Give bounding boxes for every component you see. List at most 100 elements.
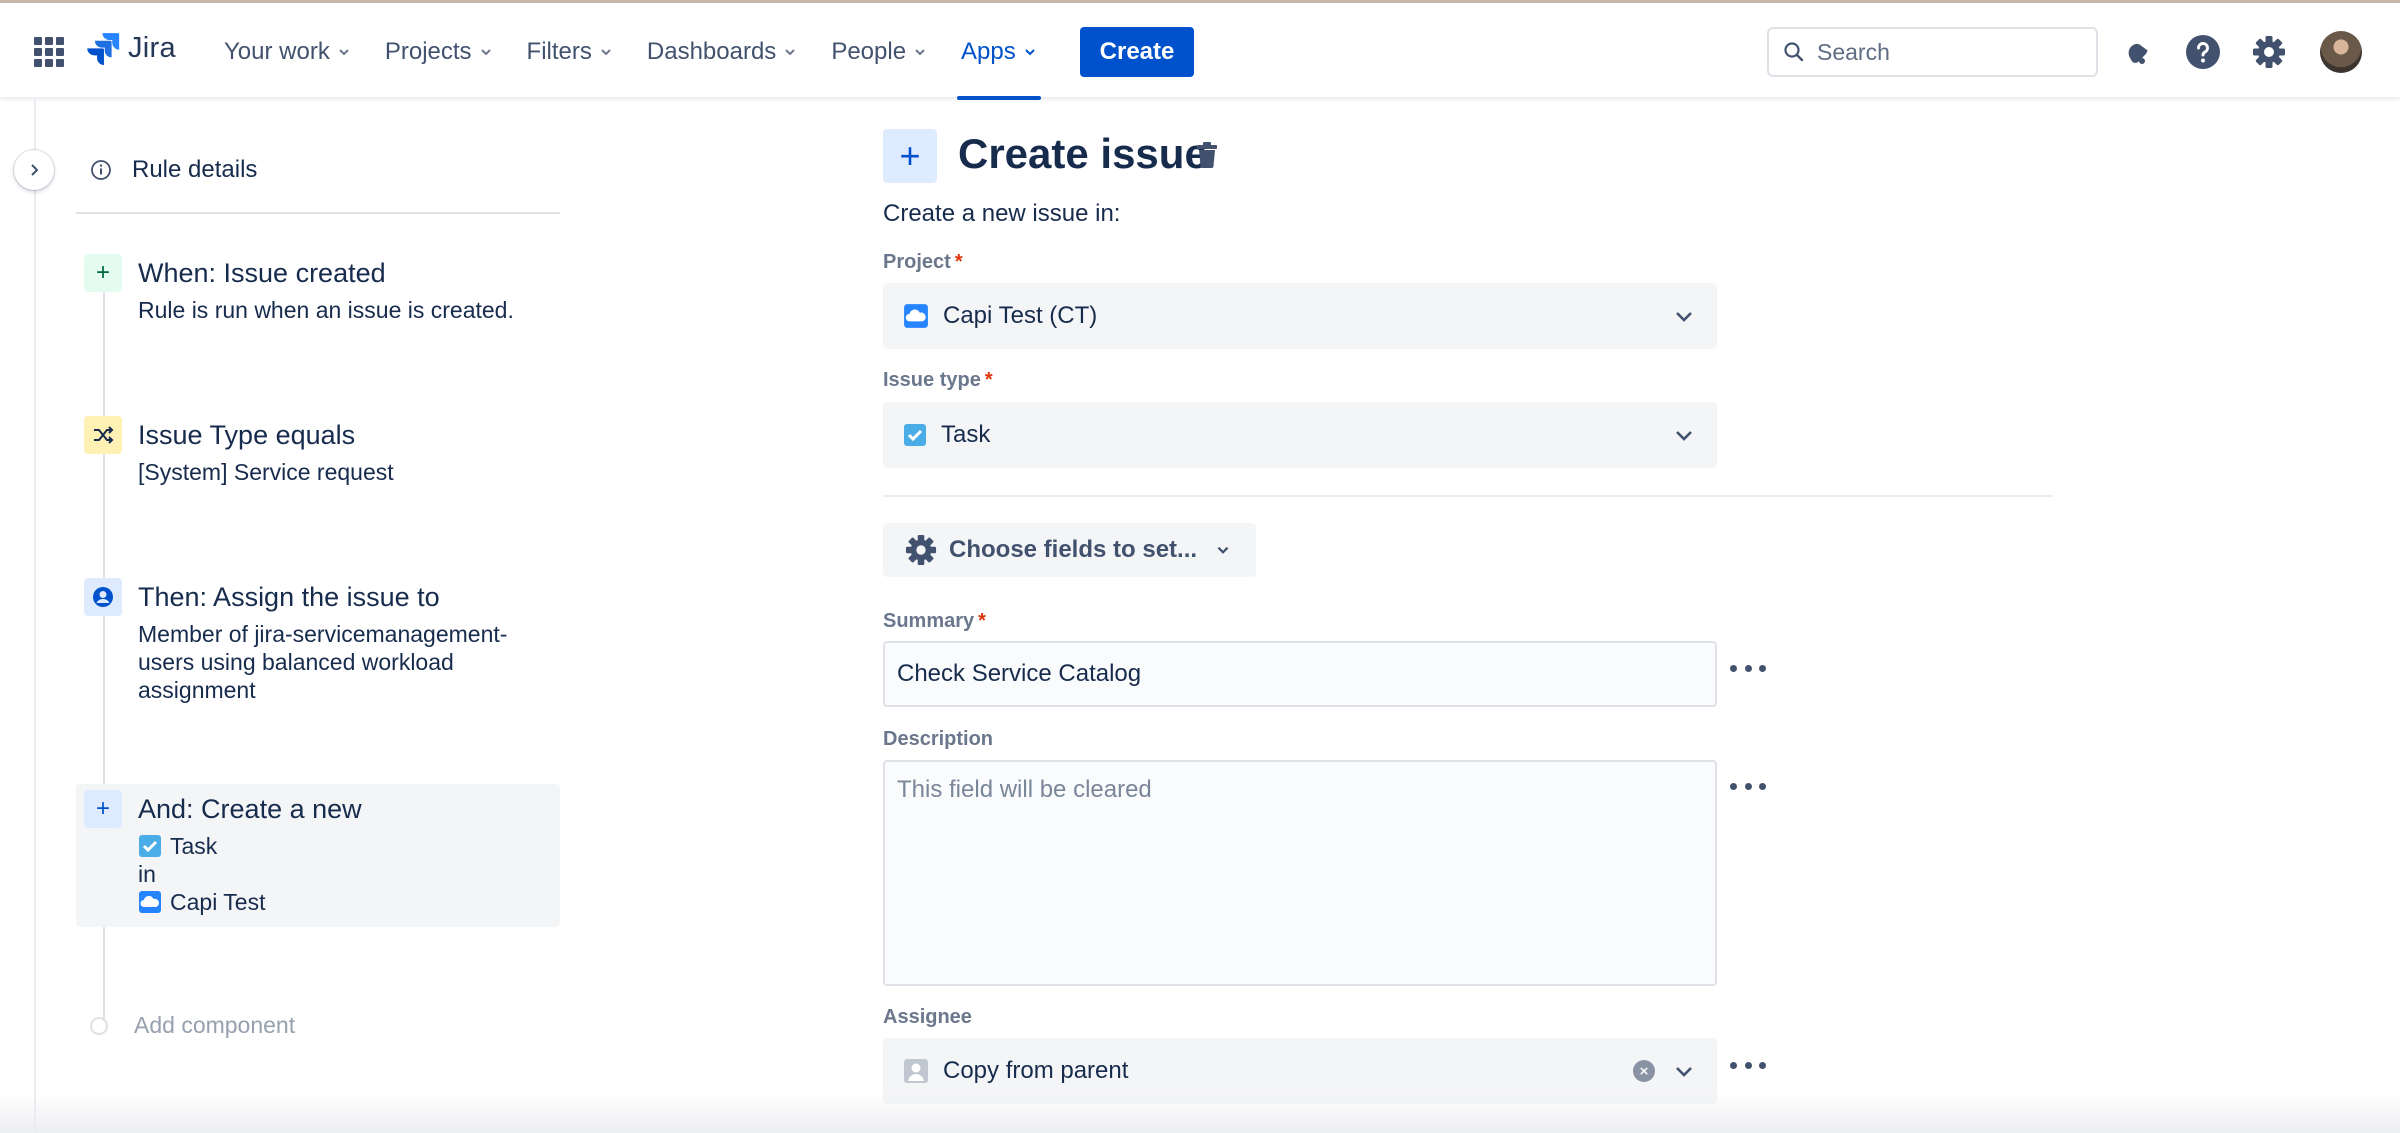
issue-type-text: Task xyxy=(170,833,218,859)
step-description: Member of jira-servicemanagement-users u… xyxy=(138,621,508,703)
project-cloud-icon xyxy=(139,891,161,913)
search-box[interactable] xyxy=(1767,27,2098,77)
rule-step-action-create[interactable]: + And: Create a new Task in Capi Test xyxy=(76,784,560,927)
delete-button[interactable] xyxy=(1190,138,1228,176)
nav-label: Filters xyxy=(526,37,592,65)
chevron-right-icon xyxy=(31,164,39,176)
label-text: Project xyxy=(883,251,951,273)
info-icon xyxy=(91,160,111,180)
chevron-down-icon xyxy=(1676,312,1692,322)
project-cloud-icon xyxy=(904,304,928,328)
rule-step-trigger[interactable]: + When: Issue created Rule is run when a… xyxy=(76,248,560,334)
jira-logo[interactable]: Jira xyxy=(86,31,176,65)
issue-type-select[interactable]: Task xyxy=(883,402,1717,468)
megaphone-icon xyxy=(2128,43,2148,64)
rule-details-link[interactable]: Rule details xyxy=(90,150,560,190)
required-mark: * xyxy=(954,251,963,273)
description-more-button[interactable] xyxy=(1730,774,1766,798)
description-textarea[interactable] xyxy=(883,760,1717,986)
chevron-down-icon xyxy=(785,48,796,55)
assignee-more-button[interactable] xyxy=(1730,1053,1766,1077)
expand-sidebar-button[interactable] xyxy=(14,150,54,190)
user-circle-icon xyxy=(84,578,122,616)
step-title: Issue Type equals xyxy=(138,420,356,450)
project-label: Project * xyxy=(883,251,963,274)
add-component-label: Add component xyxy=(134,1012,296,1038)
rule-step-condition[interactable]: Issue Type equals [System] Service reque… xyxy=(76,410,560,496)
plus-icon: + xyxy=(883,129,937,183)
page-title: Create issue xyxy=(958,130,1208,177)
assignee-value: Copy from parent xyxy=(943,1057,1129,1084)
step-description: Task in Capi Test xyxy=(138,832,548,916)
divider xyxy=(76,212,560,214)
step-title: When: Issue created xyxy=(138,258,386,288)
label-text: Issue type xyxy=(883,369,981,391)
chevron-down-icon xyxy=(480,48,491,55)
in-row: in xyxy=(138,860,548,888)
rule-step-action-assign[interactable]: Then: Assign the issue to Member of jira… xyxy=(76,572,560,708)
primary-nav: Your work Projects Filters Dashboards Pe… xyxy=(212,3,1059,100)
timeline-dot xyxy=(90,1016,108,1035)
search-input[interactable] xyxy=(1817,38,2077,66)
issue-type-row: Task xyxy=(138,832,548,860)
nav-apps[interactable]: Apps xyxy=(949,3,1049,100)
divider xyxy=(883,495,2053,497)
nav-projects[interactable]: Projects xyxy=(373,3,505,100)
brand-name: Jira xyxy=(128,31,176,64)
choose-fields-label: Choose fields to set... xyxy=(949,536,1198,563)
chevron-down-icon xyxy=(1676,431,1692,441)
form-subtitle: Create a new issue in: xyxy=(883,200,1121,227)
nav-dashboards[interactable]: Dashboards xyxy=(635,3,809,100)
create-button[interactable]: Create xyxy=(1080,27,1194,77)
task-icon xyxy=(139,835,161,857)
in-text: in xyxy=(138,861,156,887)
step-description: Rule is run when an issue is created. xyxy=(138,297,514,323)
settings-icon[interactable] xyxy=(2250,33,2288,71)
assignee-label: Assignee xyxy=(883,1006,972,1028)
project-text: Capi Test xyxy=(170,889,266,915)
nav-people[interactable]: People xyxy=(819,3,939,100)
project-row: Capi Test xyxy=(138,888,548,916)
question-circle-icon xyxy=(2186,35,2220,69)
gear-icon xyxy=(2253,36,2285,68)
sidebar-rail xyxy=(34,97,36,1133)
plus-icon: + xyxy=(84,790,122,828)
label-text: Summary xyxy=(883,610,975,632)
nav-your-work[interactable]: Your work xyxy=(212,3,363,100)
chevron-down-icon xyxy=(339,48,349,55)
description-label: Description xyxy=(883,728,994,750)
app-switcher-icon[interactable] xyxy=(34,37,64,67)
summary-more-button[interactable] xyxy=(1730,656,1766,680)
plus-icon: + xyxy=(84,254,122,292)
jira-logo-icon xyxy=(87,33,120,65)
issue-type-value: Task xyxy=(941,421,991,448)
step-description: [System] Service request xyxy=(138,459,394,485)
task-icon xyxy=(904,424,926,446)
summary-label: Summary * xyxy=(883,610,986,633)
step-title: Then: Assign the issue to xyxy=(138,582,440,612)
rule-details-label: Rule details xyxy=(132,156,258,183)
avatar[interactable] xyxy=(2320,31,2362,73)
step-title: And: Create a new xyxy=(138,794,362,824)
user-avatar-icon xyxy=(904,1059,928,1083)
summary-input[interactable] xyxy=(883,641,1717,707)
gear-icon xyxy=(905,534,937,566)
notifications-icon[interactable] xyxy=(2118,33,2156,71)
assignee-select[interactable]: Copy from parent × xyxy=(883,1038,1717,1104)
required-mark: * xyxy=(984,369,993,391)
help-icon[interactable] xyxy=(2184,33,2222,71)
clear-icon[interactable]: × xyxy=(1633,1060,1655,1082)
nav-label: Dashboards xyxy=(646,37,777,65)
nav-label: People xyxy=(831,37,907,65)
nav-label: Your work xyxy=(224,37,330,65)
required-mark: * xyxy=(978,610,986,632)
choose-fields-button[interactable]: Choose fields to set... xyxy=(883,523,1256,577)
nav-label: Projects xyxy=(384,37,472,65)
chevron-down-icon xyxy=(1217,546,1229,554)
chevron-down-icon xyxy=(1025,48,1035,55)
add-component-button[interactable]: Add component xyxy=(90,1012,295,1039)
project-select[interactable]: Capi Test (CT) xyxy=(883,283,1717,349)
nav-label: Apps xyxy=(961,37,1016,65)
search-icon xyxy=(1784,42,1804,62)
nav-filters[interactable]: Filters xyxy=(515,3,625,100)
